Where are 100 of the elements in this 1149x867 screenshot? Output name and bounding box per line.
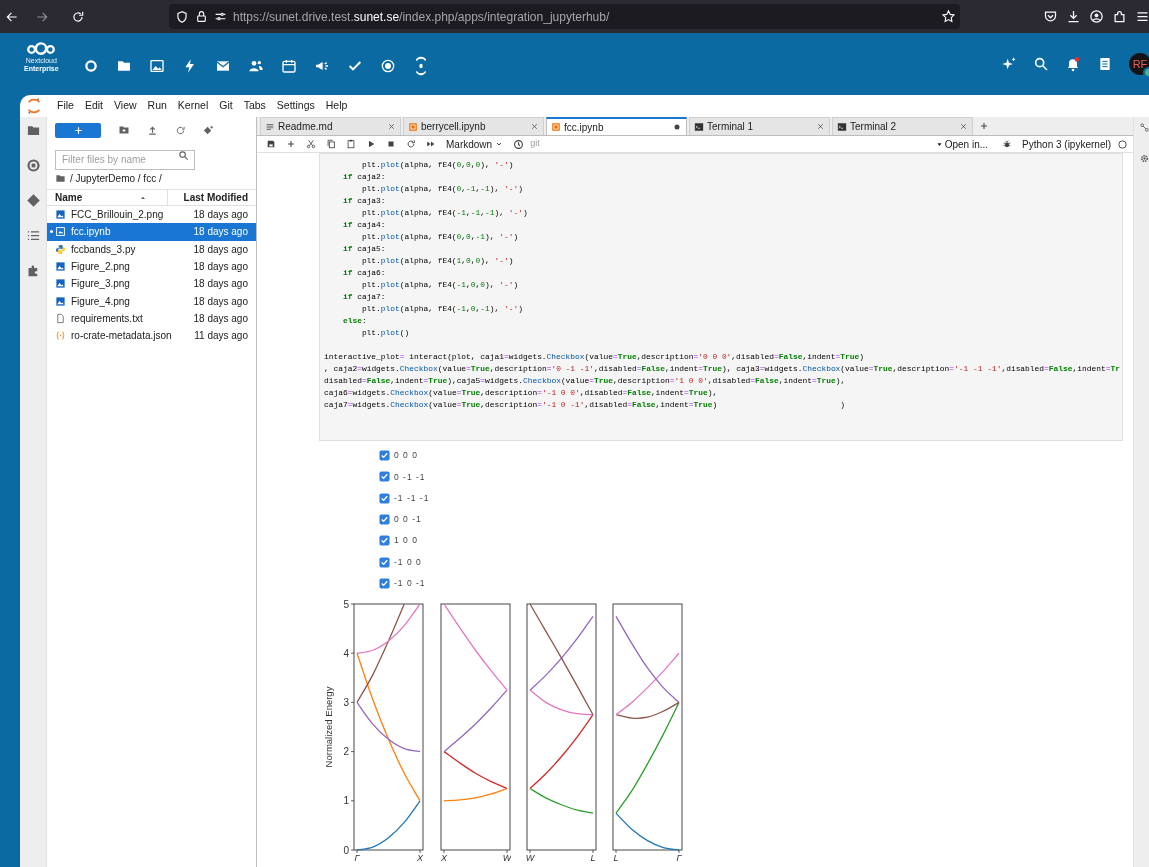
list-icon[interactable] — [25, 228, 41, 243]
paste-icon[interactable] — [346, 139, 356, 149]
file-row[interactable]: Figure_4.png 18 days ago — [47, 292, 256, 310]
menu-item[interactable]: Edit — [84, 98, 103, 114]
checkbox[interactable] — [379, 471, 390, 483]
tab[interactable]: fcc.ipynb — [546, 117, 687, 135]
account-icon[interactable] — [1089, 9, 1104, 24]
checkbox[interactable] — [379, 492, 390, 504]
breadcrumb-path[interactable]: / JupyterDemo / fcc / — [70, 170, 162, 186]
gear-icon[interactable] — [1139, 153, 1149, 164]
checkbox[interactable] — [379, 577, 390, 589]
folder-icon[interactable] — [116, 58, 132, 74]
filter-field[interactable]: Filter files by name — [55, 149, 195, 170]
checkbox-label: 1 0 0 — [394, 534, 418, 548]
permissions-icon[interactable] — [214, 10, 227, 23]
folder-icon[interactable] — [55, 172, 66, 184]
badge-icon[interactable] — [380, 58, 396, 74]
plus-icon[interactable] — [72, 124, 84, 136]
close-icon[interactable] — [530, 122, 539, 131]
new-folder-icon[interactable] — [118, 124, 130, 136]
folder-icon[interactable] — [25, 123, 41, 138]
file-modified: 18 days ago — [193, 260, 248, 275]
code-cell[interactable] — [319, 153, 1123, 441]
column-header[interactable]: Last Modified — [168, 190, 256, 205]
file-row[interactable]: fccbands_3.py 18 days ago — [47, 240, 256, 258]
checkbox[interactable] — [379, 535, 390, 547]
menu-item[interactable]: View — [114, 98, 137, 114]
menu-item[interactable]: Kernel — [177, 98, 209, 114]
save-icon[interactable] — [266, 139, 276, 149]
tab[interactable]: Readme.md — [260, 117, 401, 135]
diamond-icon[interactable] — [25, 193, 41, 208]
mail-icon[interactable] — [215, 58, 231, 74]
stop-icon[interactable] — [386, 139, 396, 149]
menu-item[interactable]: Tabs — [243, 98, 266, 114]
file-row[interactable]: fcc.ipynb 18 days ago — [47, 223, 256, 241]
close-icon[interactable] — [959, 122, 968, 131]
search-icon[interactable] — [1033, 56, 1049, 72]
cell-type-dropdown[interactable]: Markdown — [446, 136, 504, 152]
contacts-icon[interactable] — [1097, 56, 1113, 72]
restart-icon[interactable] — [406, 139, 416, 149]
url-bar[interactable]: https://sunet.drive.test.sunet.se/index.php/apps/integration_jupyterhub/ — [169, 4, 960, 29]
extensions-icon[interactable] — [1112, 9, 1127, 24]
checkbox[interactable] — [379, 556, 390, 568]
kernel-name[interactable]: Python 3 (ipykernel) — [1022, 136, 1111, 152]
jupyter-icon[interactable] — [413, 55, 429, 77]
new-launcher-button[interactable] — [55, 122, 101, 138]
property-icon[interactable] — [1139, 122, 1149, 133]
menu-icon[interactable] — [1135, 9, 1149, 24]
reload-icon[interactable] — [71, 9, 85, 24]
run-icon[interactable] — [366, 139, 376, 149]
upload-icon[interactable] — [147, 124, 158, 136]
bug-icon[interactable] — [1002, 139, 1013, 149]
git-clone-icon[interactable] — [203, 124, 214, 136]
image-icon[interactable] — [149, 58, 165, 74]
add-tab-icon[interactable] — [979, 121, 989, 131]
tab[interactable]: Terminal 1 — [689, 117, 830, 135]
fast-forward-icon[interactable] — [426, 139, 436, 149]
copy-icon[interactable] — [326, 139, 336, 149]
menu-item[interactable]: Run — [147, 98, 167, 114]
lock-icon[interactable] — [195, 10, 208, 23]
cut-icon[interactable] — [306, 139, 316, 149]
notebook-icon — [408, 121, 418, 132]
stop-circle-icon[interactable] — [25, 158, 41, 173]
open-in-button[interactable]: Open in... — [935, 136, 989, 152]
file-row[interactable]: Figure_2.png 18 days ago — [47, 257, 256, 276]
pocket-icon[interactable] — [1043, 9, 1058, 24]
calendar-icon[interactable] — [281, 58, 297, 74]
tab[interactable]: berrycell.ipynb — [403, 117, 544, 135]
file-name: Figure_3.png — [71, 277, 131, 292]
menu-item[interactable]: Settings — [276, 98, 315, 114]
user-avatar[interactable]: RF — [1129, 53, 1149, 75]
file-name: requirements.txt — [71, 311, 144, 326]
notifications-icon[interactable] — [1065, 56, 1081, 72]
unsaved-dot-icon[interactable] — [672, 122, 682, 132]
column-header[interactable]: Name — [47, 190, 168, 205]
json-file-icon — [55, 330, 66, 342]
file-row[interactable]: FCC_Brillouin_2.png 18 days ago — [47, 206, 256, 224]
add-cell-icon[interactable] — [286, 139, 296, 149]
refresh-icon[interactable] — [175, 124, 186, 136]
file-row[interactable]: Figure_3.png 18 days ago — [47, 275, 256, 293]
sparkle-icon[interactable] — [1001, 56, 1017, 72]
menu-item[interactable]: File — [57, 98, 74, 114]
clock-icon[interactable] — [513, 138, 525, 150]
tab[interactable]: Terminal 2 — [832, 117, 973, 135]
jupyter-logo-icon[interactable] — [26, 97, 42, 115]
menu-item[interactable]: Help — [325, 98, 348, 114]
menu-item[interactable]: Git — [219, 98, 233, 114]
close-icon[interactable] — [387, 122, 396, 131]
search-icon[interactable] — [178, 150, 189, 161]
close-icon[interactable] — [816, 122, 825, 131]
download-icon[interactable] — [1066, 9, 1081, 24]
ring-icon[interactable] — [83, 58, 99, 74]
people-icon[interactable] — [248, 58, 264, 74]
bookmark-star-icon[interactable] — [941, 9, 956, 24]
cloud-logo-icon[interactable] — [26, 41, 57, 56]
file-row[interactable]: requirements.txt 18 days ago — [47, 309, 256, 328]
shield-icon[interactable] — [175, 9, 189, 24]
file-row[interactable]: ro-crate-metadata.json 11 days ago — [47, 327, 256, 345]
checkbox[interactable] — [379, 450, 390, 462]
checkbox[interactable] — [379, 514, 390, 526]
